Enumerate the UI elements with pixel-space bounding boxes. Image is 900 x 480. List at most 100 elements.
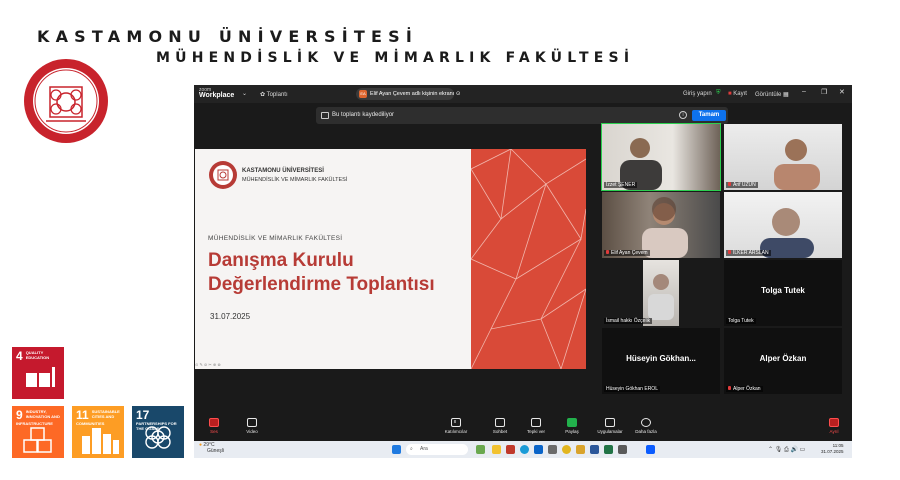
participants-count: 8 [453,419,457,424]
mic-muted-icon [728,386,731,390]
pdf-app-icon[interactable] [618,445,627,454]
participant-tile[interactable]: Tolga Tutek Tolga Tutek [724,260,842,326]
share-button[interactable]: Paylaş [552,418,592,434]
slide-faculty: MÜHENDİSLİK VE MİMARLIK FAKÜLTESİ [242,177,348,183]
participant-name: Alper Özkan [726,386,763,392]
audio-button[interactable]: Ses [194,418,234,434]
participant-tile[interactable]: Alper Özkan Alper Özkan [724,328,842,394]
slide-university: KASTAMONU ÜNİVERSİTESİ [242,168,324,174]
widgets-app-icon[interactable] [476,445,485,454]
participant-video-person [642,197,688,258]
participant-tile[interactable]: Hüseyin Gökhan... Hüseyin Gökhan EROL [602,328,720,394]
outlook-app-icon[interactable] [534,445,543,454]
explorer-app-icon[interactable] [576,445,585,454]
apps-button[interactable]: Uygulamalar [590,418,630,434]
participant-name: Hüseyin Gökhan EROL [604,386,660,392]
word-app-icon[interactable] [590,445,599,454]
cubes-icon [23,427,52,453]
sdg-4-tile: 4 QUALITY EDUCATION [12,347,64,399]
slide-subtitle: MÜHENDİSLİK VE MİMARLIK FAKÜLTESİ [208,235,343,242]
participant-name: Elif Ayan Çevem [604,250,650,256]
mic-muted-icon [606,250,609,254]
city-icon [82,428,119,454]
sun-icon: ● [199,442,203,448]
video-button[interactable]: Video [232,418,272,434]
record-indicator[interactable]: ■ Kayıt [728,91,747,97]
view-button[interactable]: Görüntüle ▦ [755,91,789,98]
sdg-9-tile: 9 INDUSTRY, INNOVATION AND INFRASTRUCTUR… [12,406,64,458]
mail-app-icon[interactable] [548,445,557,454]
apps-icon [605,418,615,427]
participant-display-name: Tolga Tutek [761,286,805,295]
more-button[interactable]: Daha fazla [626,418,666,434]
participant-display-name: Hüseyin Gökhan... [626,354,696,363]
participant-name: İzzet ŞENER [604,182,638,188]
excel-app-icon[interactable] [604,445,613,454]
participant-tile[interactable]: İsmail hakkı Özçelik [602,260,720,326]
sdg-11-tile: 11 SUSTAINABLE CITIES AND COMMUNITIES [72,406,124,458]
participant-video-person [760,208,814,258]
react-button[interactable]: Tepki ver [516,418,556,434]
windows-start-icon[interactable] [392,445,401,454]
participant-tile[interactable]: Elif Ayan Çevem [602,192,720,258]
annotation-tools[interactable]: ⊙ ✎ ⊘ ✂ ⊕ ⊗ [195,362,221,367]
options-icon: ⊙ [455,91,461,97]
media-app-icon[interactable] [506,445,515,454]
tray-icons[interactable]: ⌃ 🎙 ⎙ 🔊 ▭ [768,446,805,454]
zoom-app-icon[interactable] [646,445,655,454]
leave-icon [829,418,839,427]
shared-slide: KASTAMONU ÜNİVERSİTESİ MÜHENDİSLİK VE Mİ… [195,149,586,369]
mic-muted-icon [728,250,731,254]
zoom-titlebar: zoom Workplace ⌄ ✿ Toplantı EA Elif Ayan… [194,85,852,103]
participant-name: Tolga Tutek [726,318,756,324]
chat-icon [495,418,505,427]
chrome-app-icon[interactable] [562,445,571,454]
participant-name: Arif UZUN [726,182,758,188]
participant-name: İLKER ARSLAN [726,250,771,256]
rings-icon [145,426,171,449]
zoom-window: zoom Workplace ⌄ ✿ Toplantı EA Elif Ayan… [194,85,852,458]
slide-date: 31.07.2025 [210,312,251,321]
maximize-icon[interactable]: ❐ [821,88,827,96]
edge-app-icon[interactable] [520,445,529,454]
participant-tile[interactable]: İzzet ŞENER [601,123,721,191]
ok-button[interactable]: Tamam [692,110,726,121]
close-icon[interactable]: ✕ [839,88,845,96]
recording-icon [321,112,329,119]
record-dot-icon: ■ [728,91,732,97]
more-icon [641,418,651,427]
slide-title: Danışma Kurulu Değerlendirme Toplantısı [208,250,435,295]
mic-muted-icon [728,182,731,186]
participant-tile[interactable]: Arif UZUN [724,124,842,190]
share-screen-icon [567,418,577,427]
participant-tile[interactable]: İLKER ARSLAN [724,192,842,258]
university-seal-icon [209,161,237,189]
faculty-title: MÜHENDİSLİK VE MİMARLIK FAKÜLTESİ [156,50,635,66]
taskbar-clock[interactable]: 11:05 31.07.2025 [821,443,844,455]
camera-icon [247,418,257,427]
recording-notice: Bu toplantı kaydediliyor i Tamam [316,107,728,124]
chevron-down-icon[interactable]: ⌄ [242,90,247,97]
chat-button[interactable]: Sohbet [480,418,520,434]
search-icon: ⌕ [410,446,413,452]
geometric-lines-decoration [470,149,586,369]
signin-link[interactable]: Giriş yapın [683,91,712,97]
zoom-logo: zoom Workplace [199,87,235,99]
minimize-icon[interactable]: – [802,88,806,95]
weather-widget[interactable]: ● 29°C Güneşli [199,442,224,454]
leave-button[interactable]: Ayrıl [814,418,852,434]
participant-name: İsmail hakkı Özçelik [604,318,653,324]
paw-icon: ✿ [260,92,266,98]
screen-share-indicator[interactable]: EA Elif Ayan Çevem adlı kişinin ekranı ⊙ [356,88,460,100]
meeting-menu-button[interactable]: ✿ Toplantı [260,91,288,98]
slide-decor-panel [470,149,586,369]
book-pencil-icon [26,367,55,387]
taskbar-search[interactable]: ⌕ Ara [406,444,468,455]
participant-video-person [648,274,674,320]
file-explorer-app-icon[interactable] [492,445,501,454]
sdg-17-tile: 17 PARTNERSHIPS FOR THE GOALS [132,406,184,458]
participant-video-person [620,138,662,190]
university-seal-icon [24,59,108,143]
shield-icon: ⛨ [716,90,721,96]
info-icon[interactable]: i [679,111,687,119]
